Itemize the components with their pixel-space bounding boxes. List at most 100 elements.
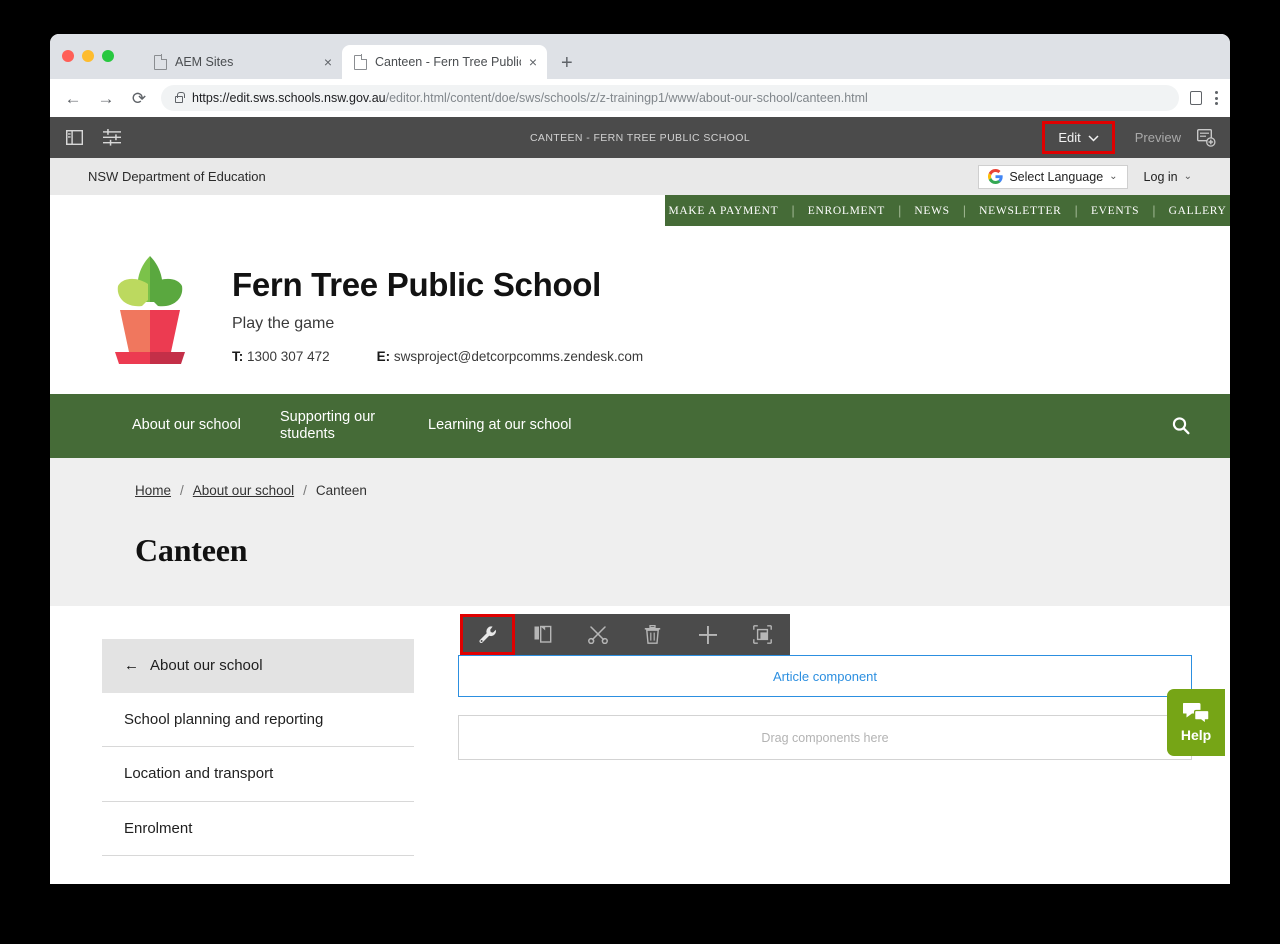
school-name: Fern Tree Public School bbox=[232, 266, 602, 303]
browser-tab-strip: AEM Sites × Canteen - Fern Tree Public S… bbox=[50, 34, 1230, 79]
department-label: NSW Department of Education bbox=[88, 169, 266, 184]
phone-value: 1300 307 472 bbox=[247, 349, 330, 364]
quick-links-bar: MAKE A PAYMENT | ENROLMENT | NEWS | NEWS… bbox=[665, 195, 1230, 226]
close-window-button[interactable] bbox=[62, 50, 74, 62]
aem-editor-bar: CANTEEN - FERN TREE PUBLIC SCHOOL Edit P… bbox=[50, 117, 1230, 158]
annotate-page-icon[interactable] bbox=[1197, 128, 1216, 147]
aem-left-tools bbox=[50, 129, 122, 146]
email-value[interactable]: swsproject@detcorpcomms.zendesk.com bbox=[394, 349, 643, 364]
help-label: Help bbox=[1180, 727, 1212, 743]
login-button[interactable]: Log in ⌄ bbox=[1144, 170, 1192, 184]
utility-actions: Select Language ⌄ Log in ⌄ bbox=[978, 164, 1192, 189]
new-tab-button[interactable]: + bbox=[561, 53, 573, 73]
delete-component-button[interactable] bbox=[625, 614, 680, 655]
email-block: E: swsproject@detcorpcomms.zendesk.com bbox=[377, 349, 644, 364]
login-label: Log in bbox=[1143, 169, 1178, 184]
chevron-down-icon: ⌄ bbox=[1109, 171, 1118, 182]
sidebar-item-financial-contributions-and-assistance[interactable]: Financial contributions and assistance bbox=[102, 856, 414, 867]
sidebar-item-about-our-school[interactable]: ← About our school bbox=[102, 639, 414, 693]
insert-component-button[interactable] bbox=[680, 614, 735, 655]
copy-icon bbox=[534, 625, 551, 643]
close-icon[interactable]: × bbox=[529, 55, 537, 69]
chevron-down-icon bbox=[1088, 130, 1099, 145]
search-icon[interactable] bbox=[1170, 415, 1192, 437]
breadcrumb-home[interactable]: Home bbox=[135, 483, 171, 498]
sidebar-item-school-planning-and-reporting[interactable]: School planning and reporting bbox=[102, 693, 414, 747]
sidebar-item-label: About our school bbox=[150, 657, 263, 674]
quick-links-row: MAKE A PAYMENT | ENROLMENT | NEWS | NEWS… bbox=[50, 195, 1230, 226]
nav-item-supporting-our-students[interactable]: Supporting our students bbox=[280, 409, 428, 443]
help-widget-button[interactable]: Help bbox=[1167, 689, 1225, 756]
arrow-left-icon: ← bbox=[124, 657, 139, 674]
chat-bubbles-icon bbox=[1182, 703, 1210, 724]
back-icon[interactable]: ← bbox=[62, 90, 84, 107]
browser-tab-canteen[interactable]: Canteen - Fern Tree Public Sch × bbox=[342, 45, 547, 79]
chevron-down-icon: ⌄ bbox=[1183, 171, 1192, 182]
masthead-text: Fern Tree Public School Play the game T:… bbox=[232, 248, 643, 364]
plus-icon bbox=[698, 625, 717, 644]
dropzone-label: Drag components here bbox=[761, 730, 889, 745]
nav-item-learning-at-our-school[interactable]: Learning at our school bbox=[428, 417, 576, 434]
edit-mode-button[interactable]: Edit bbox=[1042, 121, 1115, 154]
scissors-icon bbox=[587, 625, 608, 644]
email-label: E: bbox=[376, 349, 391, 364]
component-dropzone[interactable]: Drag components here bbox=[458, 715, 1192, 760]
close-icon[interactable]: × bbox=[324, 55, 332, 69]
reload-icon[interactable]: ⟳ bbox=[128, 90, 150, 107]
school-motto: Play the game bbox=[232, 315, 335, 332]
preview-button[interactable]: Preview bbox=[1115, 130, 1197, 145]
side-panel-toggle-icon[interactable] bbox=[66, 130, 83, 145]
quick-link-make-a-payment[interactable]: MAKE A PAYMENT bbox=[655, 205, 791, 217]
site-main-nav: About our school Supporting our students… bbox=[50, 394, 1230, 458]
page-icon bbox=[354, 54, 368, 70]
window-traffic-lights bbox=[62, 50, 114, 62]
nav-item-about-our-school[interactable]: About our school bbox=[132, 417, 280, 434]
reader-mode-icon[interactable] bbox=[1190, 91, 1202, 105]
article-component[interactable]: Article component bbox=[458, 655, 1192, 697]
tab-title: AEM Sites bbox=[175, 55, 234, 69]
site-preview: NSW Department of Education Select Langu… bbox=[50, 158, 1230, 867]
breadcrumb-separator: / bbox=[180, 483, 184, 498]
language-select[interactable]: Select Language ⌄ bbox=[978, 164, 1128, 189]
page-properties-sliders-icon[interactable] bbox=[103, 129, 122, 146]
browser-toolbar-actions bbox=[1190, 91, 1218, 105]
component-toolbar bbox=[460, 614, 790, 655]
phone-block: T: 1300 307 472 bbox=[232, 349, 330, 364]
maximize-window-button[interactable] bbox=[102, 50, 114, 62]
layers-icon bbox=[753, 625, 772, 644]
minimize-window-button[interactable] bbox=[82, 50, 94, 62]
forward-icon[interactable]: → bbox=[95, 90, 117, 107]
wrench-icon bbox=[478, 625, 496, 643]
url-text: https://edit.sws.schools.nsw.gov.au/edit… bbox=[192, 91, 868, 105]
url-host: https://edit.sws.schools.nsw.gov.au bbox=[192, 91, 386, 105]
content-area: ← About our school School planning and r… bbox=[50, 606, 1230, 856]
breadcrumb-separator: / bbox=[303, 483, 307, 498]
sidebar-item-location-and-transport[interactable]: Location and transport bbox=[102, 747, 414, 802]
editor-column: Article component Drag components here bbox=[414, 614, 1192, 760]
component-label: Article component bbox=[772, 668, 878, 684]
breadcrumb-current: Canteen bbox=[315, 483, 367, 498]
side-navigation: ← About our school School planning and r… bbox=[102, 624, 414, 856]
site-masthead: Fern Tree Public School Play the game T:… bbox=[50, 226, 1230, 394]
google-icon bbox=[988, 169, 1003, 184]
configure-component-button[interactable] bbox=[460, 614, 515, 655]
quick-link-news[interactable]: NEWS bbox=[901, 205, 962, 217]
trash-icon bbox=[644, 625, 661, 644]
url-input[interactable]: https://edit.sws.schools.nsw.gov.au/edit… bbox=[161, 85, 1179, 111]
browser-menu-icon[interactable] bbox=[1215, 91, 1218, 105]
browser-tab-aem-sites[interactable]: AEM Sites × bbox=[142, 45, 342, 79]
quick-link-events[interactable]: EVENTS bbox=[1078, 205, 1152, 217]
quick-link-enrolment[interactable]: ENROLMENT bbox=[795, 205, 898, 217]
page-title: Canteen bbox=[135, 532, 248, 568]
quick-link-gallery[interactable]: GALLERY bbox=[1156, 205, 1230, 217]
edit-mode-label: Edit bbox=[1058, 130, 1081, 145]
quick-link-newsletter[interactable]: NEWSLETTER bbox=[966, 205, 1074, 217]
cut-component-button[interactable] bbox=[570, 614, 625, 655]
site-utility-bar: NSW Department of Education Select Langu… bbox=[50, 158, 1230, 195]
school-contact: T: 1300 307 472 E: swsproject@detcorpcom… bbox=[232, 349, 643, 364]
breadcrumb-about-our-school[interactable]: About our school bbox=[193, 483, 294, 498]
group-component-button[interactable] bbox=[735, 614, 790, 655]
sidebar-item-enrolment[interactable]: Enrolment bbox=[102, 802, 414, 856]
aem-right-tools: Edit Preview bbox=[1042, 121, 1230, 154]
copy-component-button[interactable] bbox=[515, 614, 570, 655]
